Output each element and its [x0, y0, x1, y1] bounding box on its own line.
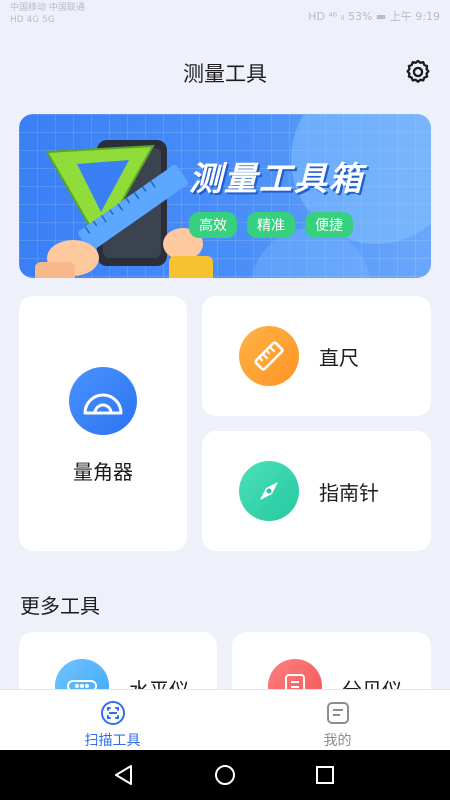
title-bar: 测量工具	[0, 50, 450, 94]
profile-doc-icon	[326, 702, 349, 724]
status-carrier: 中国移动 中国联通 HD 4G 5G	[10, 2, 85, 26]
tool-label: 直尺	[319, 346, 359, 370]
system-nav-bar	[0, 750, 450, 800]
tab-label: 扫描工具	[84, 733, 141, 749]
tool-card-protractor[interactable]: 量角器	[19, 296, 187, 551]
measuring-tools-illustration	[35, 140, 213, 278]
gear-icon[interactable]	[404, 58, 432, 86]
network-text: HD 4G 5G	[10, 15, 55, 25]
tab-label: 我的	[323, 733, 352, 749]
tool-label: 指南针	[319, 481, 379, 505]
tool-label: 量角器	[73, 460, 133, 484]
banner-tag: 便捷	[305, 212, 353, 238]
tab-mine[interactable]: 我的	[225, 690, 450, 750]
banner-tags: 高效 精准 便捷	[189, 212, 353, 238]
banner-tag: 高效	[189, 212, 237, 238]
status-right: HD ⁴⁶ ᵢₗ 53% ▬ 上午 9:19	[308, 10, 440, 23]
ruler-icon	[239, 326, 299, 386]
promo-banner[interactable]: 测量工具箱 高效 精准 便捷	[19, 114, 431, 278]
banner-tag: 精准	[247, 212, 295, 238]
bottom-tab-bar: 扫描工具 我的	[0, 689, 450, 750]
tool-card-ruler[interactable]: 直尺	[202, 296, 431, 416]
banner-headline: 测量工具箱	[189, 159, 364, 198]
compass-icon	[239, 461, 299, 521]
section-title-more-tools: 更多工具	[20, 594, 100, 618]
back-icon[interactable]	[112, 763, 136, 787]
status-bar: 中国移动 中国联通 HD 4G 5G HD ⁴⁶ ᵢₗ 53% ▬ 上午 9:1…	[0, 0, 450, 32]
protractor-icon	[69, 367, 137, 435]
page-title: 测量工具	[183, 62, 267, 86]
carrier-text: 中国移动 中国联通	[10, 3, 85, 13]
home-icon[interactable]	[213, 763, 237, 787]
scan-icon	[100, 701, 125, 725]
recents-icon[interactable]	[313, 763, 337, 787]
tab-scan-tools[interactable]: 扫描工具	[0, 690, 225, 750]
tool-card-compass[interactable]: 指南针	[202, 431, 431, 551]
